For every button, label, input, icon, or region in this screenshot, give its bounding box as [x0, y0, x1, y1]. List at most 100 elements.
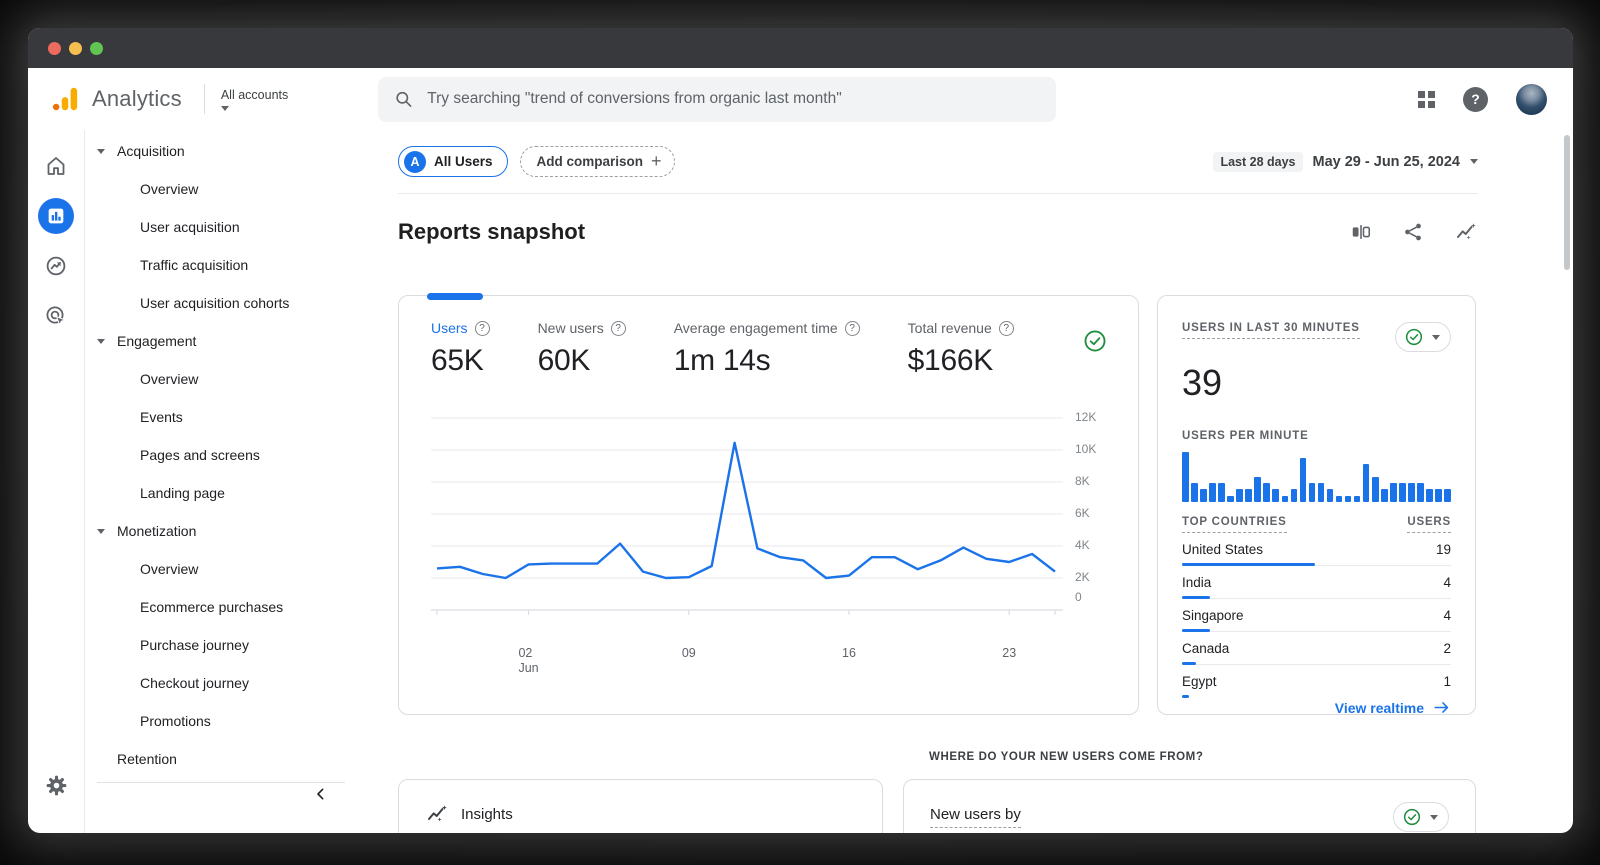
sidebar-item-ecommerce-purchases[interactable]: Ecommerce purchases: [85, 588, 361, 626]
chevron-down-icon: [97, 148, 105, 154]
per-minute-bar: [1245, 489, 1252, 502]
sidebar-item-label: Events: [140, 409, 183, 425]
help-circle-icon[interactable]: ?: [474, 320, 490, 336]
new-users-quality-dropdown[interactable]: [1393, 802, 1449, 832]
sidebar-item-user-acquisition-cohorts[interactable]: User acquisition cohorts: [85, 284, 361, 322]
window-zoom-button[interactable]: [90, 41, 103, 55]
view-realtime-link[interactable]: View realtime: [1182, 698, 1451, 717]
all-users-chip[interactable]: A All Users: [398, 146, 508, 177]
share-report-button[interactable]: [1402, 221, 1424, 243]
avatar[interactable]: [1516, 83, 1547, 115]
country-bar: [1182, 563, 1315, 566]
sidebar-collapse-button[interactable]: [313, 786, 329, 807]
line-chart-x-axis: 02 Jun 09 16 23: [431, 640, 1063, 675]
help-circle-icon[interactable]: ?: [610, 320, 626, 336]
metric-tab-average-engagement-time[interactable]: Average engagement time? 1m 14s: [674, 320, 860, 378]
per-minute-bar: [1218, 483, 1225, 502]
date-range-picker[interactable]: Last 28 days May 29 - Jun 25, 2024: [1213, 151, 1478, 172]
sidebar-item-label: Overview: [140, 181, 199, 197]
sidebar-item-engagement[interactable]: Engagement: [85, 322, 361, 360]
users-per-minute-label: USERS PER MINUTE: [1182, 430, 1309, 442]
realtime-quality-dropdown[interactable]: [1395, 322, 1451, 352]
metric-tab-users[interactable]: Users? 65K: [431, 320, 490, 378]
rail-item-home[interactable]: [38, 148, 74, 184]
sidebar-item-user-acquisition[interactable]: User acquisition: [85, 208, 361, 246]
sidebar-item-traffic-acquisition[interactable]: Traffic acquisition: [85, 246, 361, 284]
sidebar-item-landing-page[interactable]: Landing page: [85, 474, 361, 512]
analytics-home-link[interactable]: Analytics: [42, 84, 190, 114]
users-column-header: USERS: [1407, 516, 1451, 533]
y-tick-label: 10K: [1075, 442, 1097, 456]
sidebar-item-pages-and-screens[interactable]: Pages and screens: [85, 436, 361, 474]
top-countries-header: TOP COUNTRIES: [1182, 516, 1287, 533]
sidebar-nav: Acquisition Overview User acquisition Traff…: [85, 130, 361, 833]
search-bar[interactable]: [378, 76, 1057, 122]
bottom-cards-row: Insights WHERE DO YOUR NEW USERS COME FR…: [398, 751, 1478, 833]
y-tick-label: 12K: [1075, 410, 1097, 424]
rail-item-explore[interactable]: [38, 248, 74, 284]
metric-tab-new-users[interactable]: New users? 60K: [538, 320, 626, 378]
sidebar-item-label: Engagement: [117, 333, 197, 349]
sidebar-item-promotions[interactable]: Promotions: [85, 702, 361, 740]
realtime-users-value: 39: [1182, 362, 1223, 403]
new-users-by-label[interactable]: New users by: [930, 806, 1021, 828]
help-circle-icon[interactable]: ?: [844, 320, 860, 336]
sidebar-item-label: Monetization: [117, 523, 197, 539]
search-input[interactable]: [427, 90, 1041, 108]
window-close-button[interactable]: [48, 41, 61, 55]
rail-item-admin[interactable]: [38, 767, 74, 803]
metric-label: Users: [431, 320, 468, 336]
home-icon: [47, 157, 65, 175]
sidebar-item-label: Checkout journey: [140, 675, 249, 691]
content-area: Acquisition Overview User acquisition Traff…: [28, 130, 1573, 833]
top-countries-header-row: TOP COUNTRIES USERS: [1182, 516, 1451, 533]
help-icon[interactable]: ?: [1463, 86, 1488, 112]
y-tick-label: 4K: [1075, 538, 1090, 552]
desktop-background: Analytics All accounts ?: [0, 0, 1600, 865]
analytics-app-window: Analytics All accounts ?: [28, 28, 1573, 833]
compare-reports-button[interactable]: [1350, 221, 1372, 243]
sidebar-item-label: Ecommerce purchases: [140, 599, 284, 615]
rail-item-reports[interactable]: [38, 198, 74, 234]
account-switcher[interactable]: All accounts: [220, 87, 289, 111]
new-users-card: New users by: [903, 779, 1476, 833]
apps-grid-icon[interactable]: [1418, 90, 1435, 108]
sidebar-item-purchase-journey[interactable]: Purchase journey: [85, 626, 361, 664]
metric-tab-total-revenue[interactable]: Total revenue? $166K: [908, 320, 1014, 378]
per-minute-bar: [1272, 489, 1280, 502]
per-minute-bar: [1263, 483, 1270, 502]
per-minute-bar: [1408, 483, 1415, 502]
sidebar-item-monetization[interactable]: Monetization: [85, 512, 361, 550]
insights-button[interactable]: [1454, 220, 1478, 244]
x-tick-label: 09: [681, 646, 696, 660]
sidebar-item-label: Promotions: [140, 713, 211, 729]
sidebar-item-overview[interactable]: Overview: [85, 550, 361, 588]
account-label: All accounts: [220, 87, 289, 102]
data-quality-icon[interactable]: [1082, 320, 1108, 359]
sidebar-item-label: User acquisition cohorts: [140, 295, 290, 311]
sidebar-item-acquisition[interactable]: Acquisition: [85, 132, 361, 170]
realtime-header: USERS IN LAST 30 MINUTES: [1182, 322, 1360, 339]
comparison-icon: [1352, 225, 1371, 239]
sidebar-item-overview[interactable]: Overview: [85, 360, 361, 398]
country-bar-track: [1182, 563, 1451, 566]
window-minimize-button[interactable]: [69, 41, 82, 55]
country-bar-track: [1182, 596, 1451, 599]
insights-label: Insights: [461, 805, 513, 823]
country-users-value: 4: [1443, 575, 1451, 590]
sidebar-item-events[interactable]: Events: [85, 398, 361, 436]
chevron-down-icon: [220, 105, 229, 111]
metric-label: Average engagement time: [673, 320, 838, 336]
add-comparison-button[interactable]: Add comparison +: [519, 146, 675, 177]
sidebar-item-checkout-journey[interactable]: Checkout journey: [85, 664, 361, 702]
country-row-egypt: Egypt 1: [1182, 674, 1451, 698]
sidebar-item-retention[interactable]: Retention: [85, 740, 361, 778]
country-row-singapore: Singapore 4: [1182, 608, 1451, 632]
insights-header[interactable]: Insights: [425, 802, 513, 826]
vertical-scrollbar-thumb[interactable]: [1564, 135, 1570, 270]
x-tick-label: 23: [1002, 646, 1017, 660]
check-circle-icon: [1405, 328, 1423, 346]
sidebar-item-overview[interactable]: Overview: [85, 170, 361, 208]
help-circle-icon[interactable]: ?: [998, 320, 1014, 336]
rail-item-advertising[interactable]: [38, 298, 74, 334]
